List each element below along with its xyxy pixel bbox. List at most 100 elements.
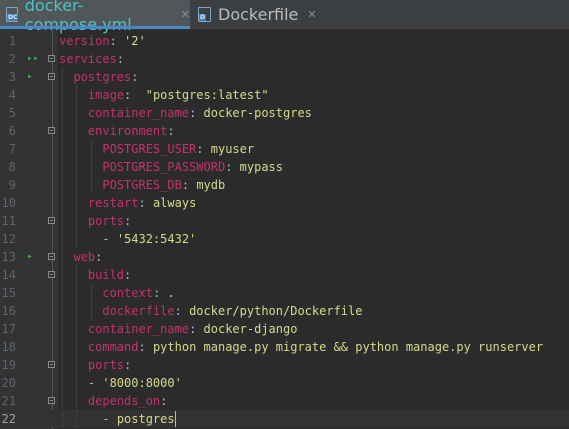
line-number: 2 xyxy=(8,52,16,66)
line-number: 15 xyxy=(1,286,16,300)
fold-icon[interactable] xyxy=(48,397,55,404)
yaml-key: ports xyxy=(87,214,125,228)
code-text: image: "postgres:latest" xyxy=(87,88,269,102)
yaml-key: POSTGRES_PASSWORD xyxy=(102,160,226,174)
line-number: 12 xyxy=(1,232,16,246)
code-line[interactable]: 2 ▸▸ services: xyxy=(0,50,569,68)
tab-label: Dockerfile xyxy=(218,5,299,24)
code-line[interactable]: 3 ▸ postgres: xyxy=(0,68,569,86)
yaml-value: mypass xyxy=(239,160,284,174)
editor-tab-bar: DC docker-compose.yml ✕ D Dockerfile ✕ xyxy=(0,0,569,34)
line-number: 19 xyxy=(1,358,16,372)
code-text: command: python manage.py migrate && pyt… xyxy=(87,340,544,354)
code-line[interactable]: 9 POSTGRES_DB: mydb xyxy=(0,176,569,194)
code-text: depends_on: xyxy=(87,394,168,408)
code-text: container_name: docker-postgres xyxy=(87,106,312,120)
yaml-key: ports xyxy=(87,358,125,372)
code-line[interactable]: 7 POSTGRES_USER: myuser xyxy=(0,140,569,158)
line-number: 1 xyxy=(8,34,16,48)
tab-dockerfile[interactable]: D Dockerfile ✕ xyxy=(192,0,332,29)
yaml-file-icon: DC xyxy=(6,7,19,22)
yaml-value: docker-django xyxy=(203,322,298,336)
yaml-key: postgres xyxy=(73,70,132,84)
fold-icon[interactable] xyxy=(48,217,55,224)
line-number: 4 xyxy=(8,88,16,102)
line-number: 17 xyxy=(1,322,16,336)
yaml-key: image xyxy=(87,88,125,102)
yaml-key: POSTGRES_DB xyxy=(102,178,182,192)
indent-guide xyxy=(62,68,64,428)
line-number: 16 xyxy=(1,304,16,318)
code-line[interactable]: 13 ▸ web: xyxy=(0,248,569,266)
tab-docker-compose[interactable]: DC docker-compose.yml ✕ xyxy=(0,0,190,34)
close-icon[interactable]: ✕ xyxy=(307,8,316,21)
code-line[interactable]: 20 - '8000:8000' xyxy=(0,374,569,392)
line-number: 5 xyxy=(8,106,16,120)
indent-guide xyxy=(90,284,93,320)
yaml-key: environment xyxy=(87,124,168,138)
tab-label: docker-compose.yml xyxy=(24,0,132,34)
yaml-value: '2' xyxy=(124,34,146,48)
line-number: 7 xyxy=(8,142,16,156)
indent-guide xyxy=(76,266,78,428)
run-icon[interactable]: ▸ xyxy=(27,248,33,266)
yaml-key: services xyxy=(59,52,117,66)
yaml-value: '8000:8000' xyxy=(102,376,182,390)
run-icon[interactable]: ▸▸ xyxy=(27,50,39,68)
yaml-key: web xyxy=(73,250,96,264)
line-number: 21 xyxy=(1,394,16,408)
text-caret xyxy=(174,411,176,427)
fold-icon[interactable] xyxy=(48,271,55,278)
code-text: dockerfile: docker/python/Dockerfile xyxy=(102,304,363,318)
line-number: 13 xyxy=(1,250,16,264)
yaml-value: docker/python/Dockerfile xyxy=(189,304,363,318)
line-number: 9 xyxy=(8,178,16,192)
yaml-value: python manage.py migrate && python manag… xyxy=(152,340,544,354)
code-line[interactable]: 4 image: "postgres:latest" xyxy=(0,86,569,104)
code-text: POSTGRES_DB: mydb xyxy=(102,178,226,192)
dockerfile-icon: D xyxy=(198,7,211,22)
code-text: web: xyxy=(73,250,103,264)
code-text: container_name: docker-django xyxy=(87,322,298,336)
code-line[interactable]: 16 dockerfile: docker/python/Dockerfile xyxy=(0,302,569,320)
code-line[interactable]: 19 ports: xyxy=(0,356,569,374)
yaml-value: mydb xyxy=(196,178,226,192)
yaml-value: '5432:5432' xyxy=(116,232,197,246)
code-line[interactable]: 10 restart: always xyxy=(0,194,569,212)
yaml-key: context xyxy=(102,286,153,300)
code-line[interactable]: 21 depends_on: xyxy=(0,392,569,410)
code-line[interactable]: 1 version: '2' xyxy=(0,32,569,50)
code-text: build: xyxy=(87,268,132,282)
code-line[interactable]: 6 environment: xyxy=(0,122,569,140)
line-number: 10 xyxy=(1,196,16,210)
code-line[interactable]: 17 container_name: docker-django xyxy=(0,320,569,338)
code-line[interactable]: 5 container_name: docker-postgres xyxy=(0,104,569,122)
code-text: ports: xyxy=(87,358,132,372)
fold-icon[interactable] xyxy=(48,253,55,260)
code-line[interactable]: 22 - postgres xyxy=(0,410,569,428)
code-line[interactable]: 8 POSTGRES_PASSWORD: mypass xyxy=(0,158,569,176)
fold-icon[interactable] xyxy=(48,55,55,62)
line-number: 8 xyxy=(8,160,16,174)
line-number: 20 xyxy=(1,376,16,390)
yaml-key: version xyxy=(59,34,110,48)
run-icon[interactable]: ▸ xyxy=(27,68,33,86)
code-editor[interactable]: 1 version: '2' 2 ▸▸ services: 3 ▸ postgres: 4 i… xyxy=(0,30,569,429)
code-text: POSTGRES_USER: myuser xyxy=(102,142,255,156)
fold-icon[interactable] xyxy=(48,361,55,368)
yaml-value: always xyxy=(152,196,197,210)
code-line[interactable]: 12 - '5432:5432' xyxy=(0,230,569,248)
code-line[interactable]: 18 command: python manage.py migrate && … xyxy=(0,338,569,356)
code-line[interactable]: 11 ports: xyxy=(0,212,569,230)
code-line[interactable]: 15 context: . xyxy=(0,284,569,302)
fold-icon[interactable] xyxy=(48,73,55,80)
fold-icon[interactable] xyxy=(48,127,55,134)
yaml-value: . xyxy=(167,286,175,300)
code-line[interactable]: 14 build: xyxy=(0,266,569,284)
yaml-key: command xyxy=(87,340,139,354)
close-icon[interactable]: ✕ xyxy=(181,8,190,21)
yaml-key: POSTGRES_USER xyxy=(102,142,197,156)
line-number: 6 xyxy=(8,124,16,138)
yaml-key: build xyxy=(87,268,125,282)
code-text: version: '2' xyxy=(59,34,146,48)
